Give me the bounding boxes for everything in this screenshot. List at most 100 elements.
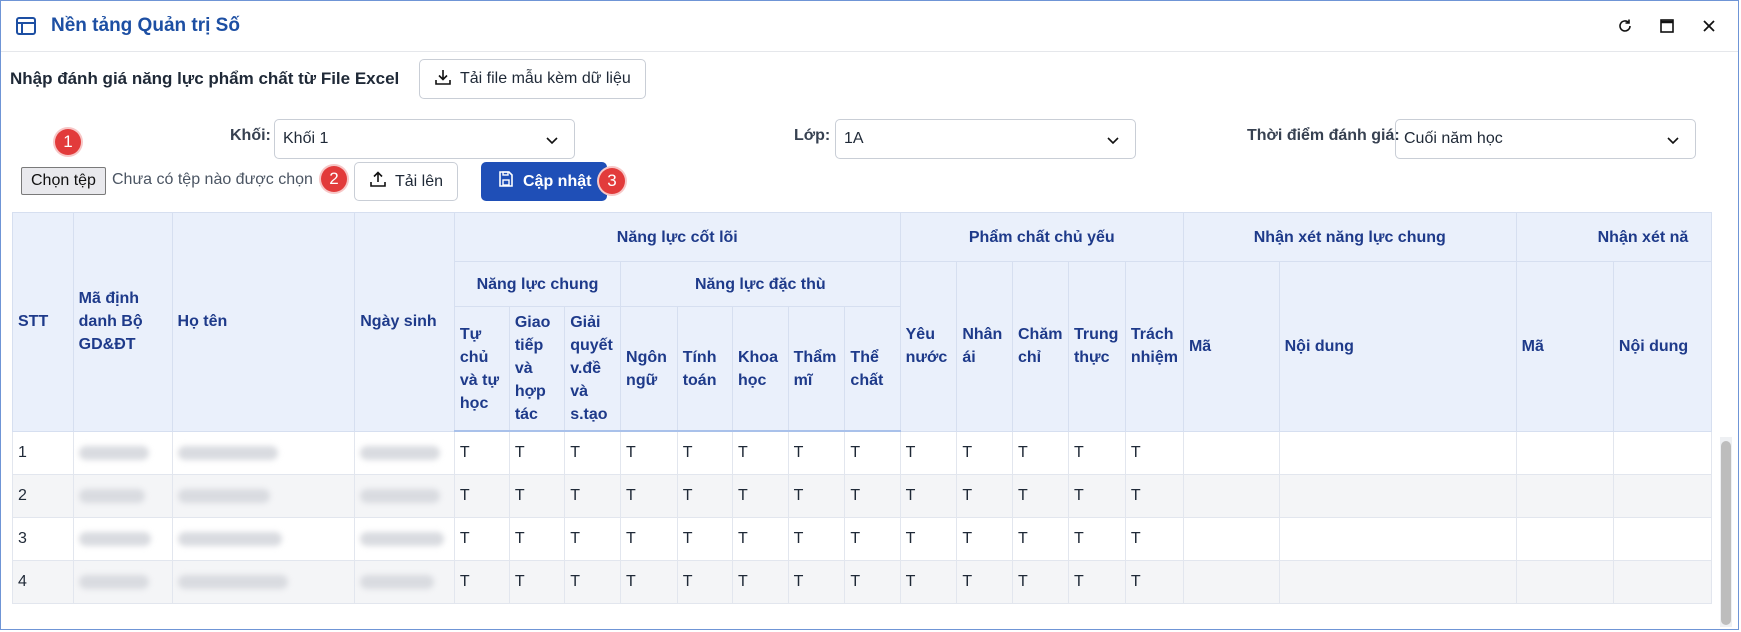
cell-grade: T (620, 560, 678, 604)
table-row[interactable]: 1TTTTTTTTTTTTT (12, 430, 1712, 475)
cell-stt: 2 (12, 474, 74, 518)
cell-grade: T (453, 430, 510, 475)
cell-grade: T (956, 474, 1013, 518)
group-core-competence: Năng lực cốt lõi (453, 212, 901, 262)
cell-code-2 (1515, 474, 1614, 518)
cell-grade: T (564, 474, 622, 518)
cell-grade: T (676, 517, 733, 561)
file-status: Chưa có tệp nào được chọn (112, 171, 313, 188)
col-self-study: Tự chủ và tự học (453, 306, 510, 432)
table-row[interactable]: 4TTTTTTTTTTTTT (12, 560, 1712, 604)
col-kindness: Nhân ái (956, 261, 1013, 432)
import-toolbar: Nhập đánh giá năng lực phẩm chất từ File… (10, 59, 399, 99)
cell-grade: T (731, 560, 789, 604)
cell-grade: T (1067, 430, 1126, 475)
cell-grade: T (787, 517, 846, 561)
cell-code (1182, 517, 1280, 561)
table-row[interactable]: 2TTTTTTTTTTTTT (12, 474, 1712, 518)
step-badge-3: 3 (599, 168, 625, 194)
chevron-down-icon (544, 132, 560, 153)
cell-grade: T (453, 517, 510, 561)
cell-grade: T (508, 560, 566, 604)
col-problem-solving: Giải quyết v.đề và s.tạo (564, 306, 622, 432)
cell-code (1182, 560, 1280, 604)
redacted-value (177, 488, 270, 503)
cell-grade: T (899, 430, 958, 475)
vertical-scrollbar[interactable] (1720, 437, 1732, 627)
col-communication: Giao tiếp và hợp tác (508, 306, 566, 432)
redacted-value (177, 531, 282, 546)
cell-code-2 (1515, 430, 1614, 475)
col-student-id: Mã định danh Bộ GD&ĐT (72, 212, 173, 432)
cell-code (1182, 430, 1280, 475)
col-honesty: Trung thực (1067, 261, 1126, 432)
redacted-value (360, 488, 441, 503)
cell-content (1278, 474, 1517, 518)
maximize-icon[interactable] (1646, 6, 1688, 46)
close-icon[interactable] (1688, 6, 1730, 46)
col-science: Khoa học (731, 306, 789, 432)
cell-grade: T (1067, 517, 1126, 561)
cell-grade: T (899, 517, 958, 561)
cell-grade: T (508, 474, 566, 518)
cell-code (1182, 474, 1280, 518)
class-select[interactable]: 1A (835, 119, 1136, 159)
period-select[interactable]: Cuối năm học (1395, 119, 1696, 159)
redacted-value (78, 445, 149, 460)
cell-grade: T (676, 560, 733, 604)
cell-grade: T (844, 474, 901, 518)
save-icon (497, 170, 515, 193)
scrollbar-thumb[interactable] (1721, 441, 1731, 625)
cell-content-2 (1612, 560, 1712, 604)
chevron-down-icon (1665, 132, 1681, 153)
cell-grade: T (620, 517, 678, 561)
update-label: Cập nhật (523, 172, 592, 190)
cell-student-id (72, 560, 173, 604)
cell-grade: T (787, 560, 846, 604)
cell-code-2 (1515, 517, 1614, 561)
update-button[interactable]: Cập nhật (481, 162, 608, 201)
step-badge-1: 1 (55, 129, 81, 155)
cell-grade: T (1124, 560, 1184, 604)
step-badge-2: 2 (321, 166, 347, 192)
col-physical: Thể chất (844, 306, 901, 432)
refresh-icon[interactable] (1604, 6, 1646, 46)
download-template-button[interactable]: Tải file mẫu kèm dữ liệu (419, 59, 646, 99)
download-template-label: Tải file mẫu kèm dữ liệu (460, 70, 631, 87)
cell-stt: 4 (12, 560, 74, 604)
cell-grade: T (676, 474, 733, 518)
cell-grade: T (844, 430, 901, 475)
cell-student-id (72, 517, 173, 561)
cell-grade: T (787, 430, 846, 475)
table-row[interactable]: 3TTTTTTTTTTTTT (12, 517, 1712, 561)
redacted-value (78, 574, 149, 589)
chevron-down-icon (1105, 132, 1121, 153)
cell-grade: T (1124, 430, 1184, 475)
cell-dob (354, 474, 455, 518)
redacted-value (78, 488, 145, 503)
cell-grade: T (564, 517, 622, 561)
redacted-value (177, 445, 278, 460)
choose-file-button[interactable]: Chọn tệp (21, 167, 106, 195)
col-content-2: Nội dung (1612, 261, 1712, 432)
cell-grade: T (899, 560, 958, 604)
cell-content (1278, 517, 1517, 561)
cell-content-2 (1612, 430, 1712, 475)
group-general-competence: Năng lực chung (453, 261, 622, 307)
cell-grade: T (620, 430, 678, 475)
cell-grade: T (731, 474, 789, 518)
upload-button[interactable]: Tải lên (354, 162, 459, 201)
download-icon (434, 68, 452, 91)
cell-content-2 (1612, 474, 1712, 518)
grade-select[interactable]: Khối 1 (274, 119, 575, 159)
cell-grade: T (956, 517, 1013, 561)
cell-grade: T (787, 474, 846, 518)
upload-icon (369, 170, 387, 193)
cell-grade: T (956, 430, 1013, 475)
col-stt: STT (12, 212, 74, 432)
cell-full-name (171, 430, 356, 475)
cell-full-name (171, 560, 356, 604)
cell-dob (354, 517, 455, 561)
cell-grade: T (731, 517, 789, 561)
cell-grade: T (620, 474, 678, 518)
